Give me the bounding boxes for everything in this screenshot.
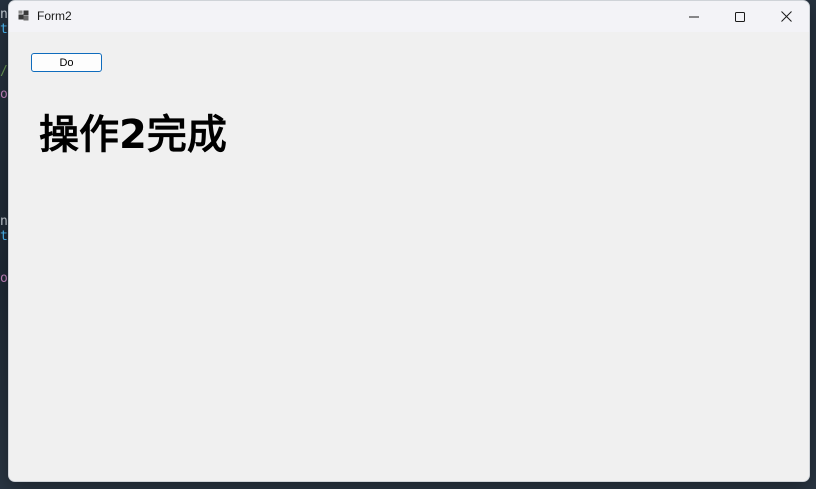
maximize-icon (735, 11, 745, 22)
window-title: Form2 (37, 9, 72, 23)
title-bar[interactable]: Form2 (9, 1, 809, 32)
close-button[interactable] (763, 1, 809, 32)
do-button[interactable]: Do (31, 53, 102, 72)
status-label: 操作2完成 (39, 112, 227, 158)
maximize-button[interactable] (717, 1, 763, 32)
app-window-icon (18, 10, 29, 21)
form-client-area: Do 操作2完成 (9, 32, 809, 481)
form2-window: Form2 Do 操作2完成 (8, 0, 810, 482)
minimize-button[interactable] (671, 1, 717, 32)
minimize-icon (689, 16, 699, 17)
close-icon (780, 11, 792, 22)
